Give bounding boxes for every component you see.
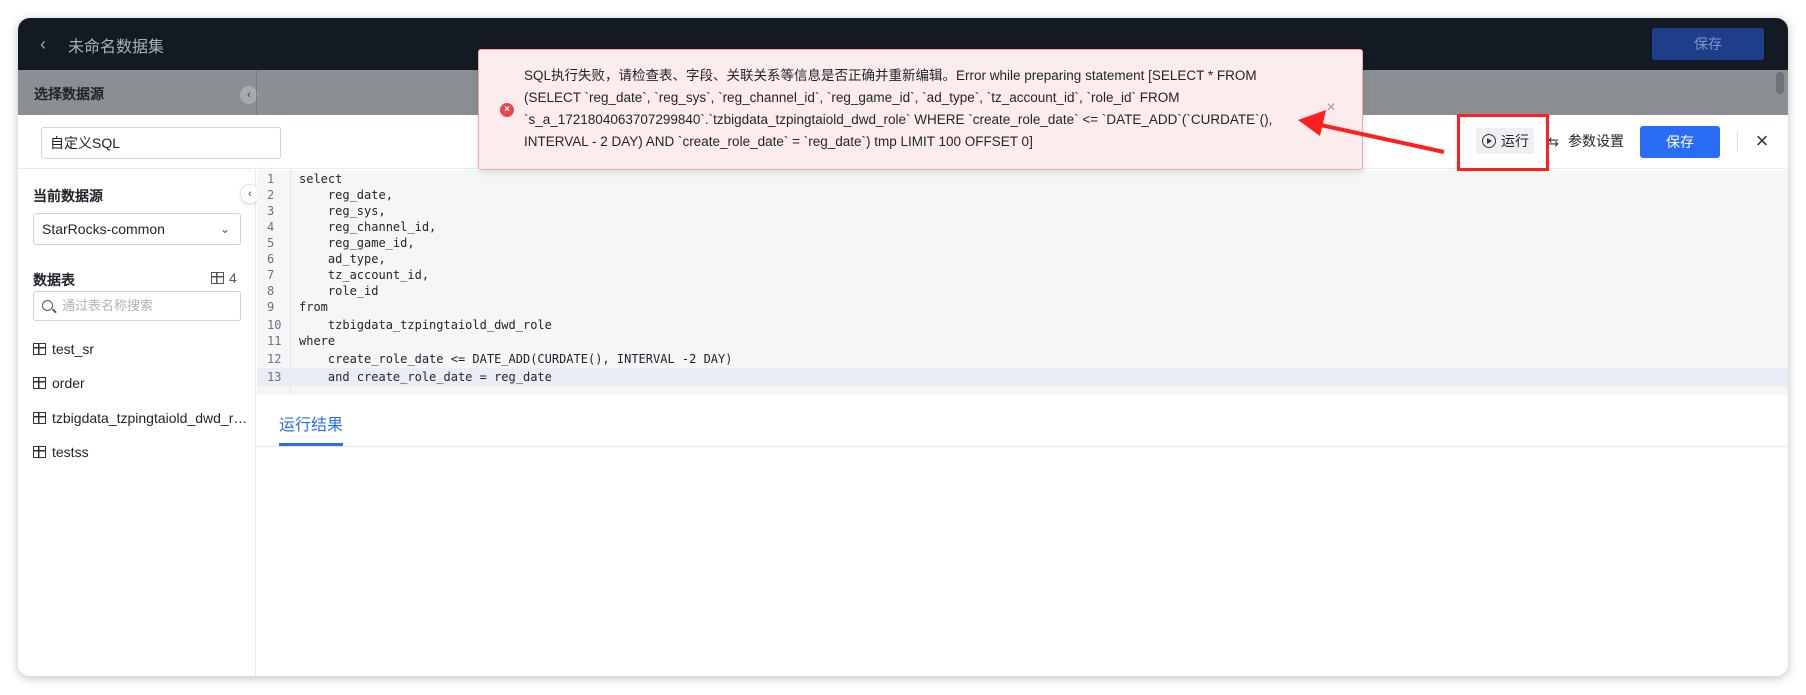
table-icon — [211, 272, 224, 284]
line-number: 12 — [267, 352, 282, 366]
dataset-title: 未命名数据集 — [68, 39, 165, 56]
close-icon[interactable]: × — [1750, 129, 1774, 153]
code-text: from — [299, 300, 328, 314]
datasource-select-value: StarRocks-common — [42, 221, 165, 237]
table-search-placeholder: 通过表名称搜索 — [62, 298, 154, 313]
close-icon[interactable]: × — [1323, 100, 1339, 116]
table-name: testss — [52, 444, 89, 460]
error-toast: × SQL执行失败，请检查表、字段、关联关系等信息是否正确并重新编辑。Error… — [478, 49, 1363, 170]
error-circle-icon: × — [500, 103, 514, 117]
modal-save-button[interactable]: 保存 — [1640, 126, 1720, 158]
code-line: 9 from — [257, 298, 1788, 316]
code-line-active: 13 and create_role_date = reg_date — [257, 368, 1788, 386]
sliders-icon: ⇆ — [1548, 134, 1559, 149]
dataset-name-input[interactable]: 自定义SQL — [41, 127, 281, 159]
code-text: where — [299, 334, 336, 348]
table-icon — [33, 446, 46, 458]
select-source-label: 选择数据源 — [34, 86, 104, 102]
tables-count-value: 4 — [229, 270, 237, 286]
table-list-item[interactable]: order — [33, 373, 248, 393]
error-message: SQL执行失败，请检查表、字段、关联关系等信息是否正确并重新编辑。Error w… — [524, 68, 1273, 149]
active-tab-indicator — [279, 443, 343, 446]
table-icon — [33, 412, 46, 424]
code-text: and create_role_date = reg_date — [299, 370, 552, 384]
table-list-item[interactable]: testss — [33, 442, 248, 462]
search-icon — [42, 300, 53, 311]
line-number: 11 — [267, 334, 282, 348]
divider — [1737, 132, 1738, 152]
tables-label: 数据表 — [33, 272, 75, 288]
table-search-input[interactable]: 通过表名称搜索 — [33, 291, 241, 321]
results-tabs: 运行结果 — [257, 399, 1788, 447]
topbar-save-button[interactable]: 保存 — [1652, 28, 1764, 60]
scrollbar — [1776, 72, 1784, 94]
custom-sql-modal: 自定义SQL 运行 ⇆ 参数设置 保存 × 当前数据源 ‹ StarRocks-c… — [18, 115, 1788, 676]
line-number: 13 — [267, 370, 282, 384]
params-settings-label: 参数设置 — [1568, 133, 1624, 149]
tables-count: 4 — [211, 270, 237, 286]
current-source-label: 当前数据源 — [33, 188, 103, 204]
table-list-item[interactable]: test_sr — [33, 339, 248, 359]
table-name: test_sr — [52, 341, 95, 357]
params-settings-button[interactable]: ⇆ 参数设置 — [1548, 128, 1624, 154]
code-line: 11 where — [257, 332, 1788, 350]
code-line: 12 create_role_date <= DATE_ADD(CURDATE(… — [257, 350, 1788, 368]
code-text: create_role_date <= DATE_ADD(CURDATE(), … — [299, 352, 733, 366]
annotation-highlight-box — [1457, 114, 1549, 171]
results-panel — [257, 448, 1788, 676]
table-list-item[interactable]: tzbigdata_tzpingtaiold_dwd_role — [33, 408, 248, 428]
chevron-down-icon: ⌄ — [219, 222, 230, 236]
table-name: order — [52, 375, 85, 391]
table-icon — [33, 377, 46, 389]
source-sidebar: 当前数据源 ‹ StarRocks-common ⌄ 数据表 4 通过表名称搜索… — [18, 170, 260, 676]
datasource-select[interactable]: StarRocks-common ⌄ — [33, 213, 241, 245]
chevron-left-icon[interactable]: ‹ — [40, 34, 60, 54]
tab-run-results[interactable]: 运行结果 — [279, 411, 343, 435]
line-number: 9 — [267, 300, 275, 314]
table-icon — [33, 343, 46, 355]
table-name: tzbigdata_tzpingtaiold_dwd_role — [52, 410, 248, 426]
sql-editor[interactable]: 1 select 2 reg_date, 3 reg_sys, 4 reg_cha… — [257, 170, 1788, 395]
